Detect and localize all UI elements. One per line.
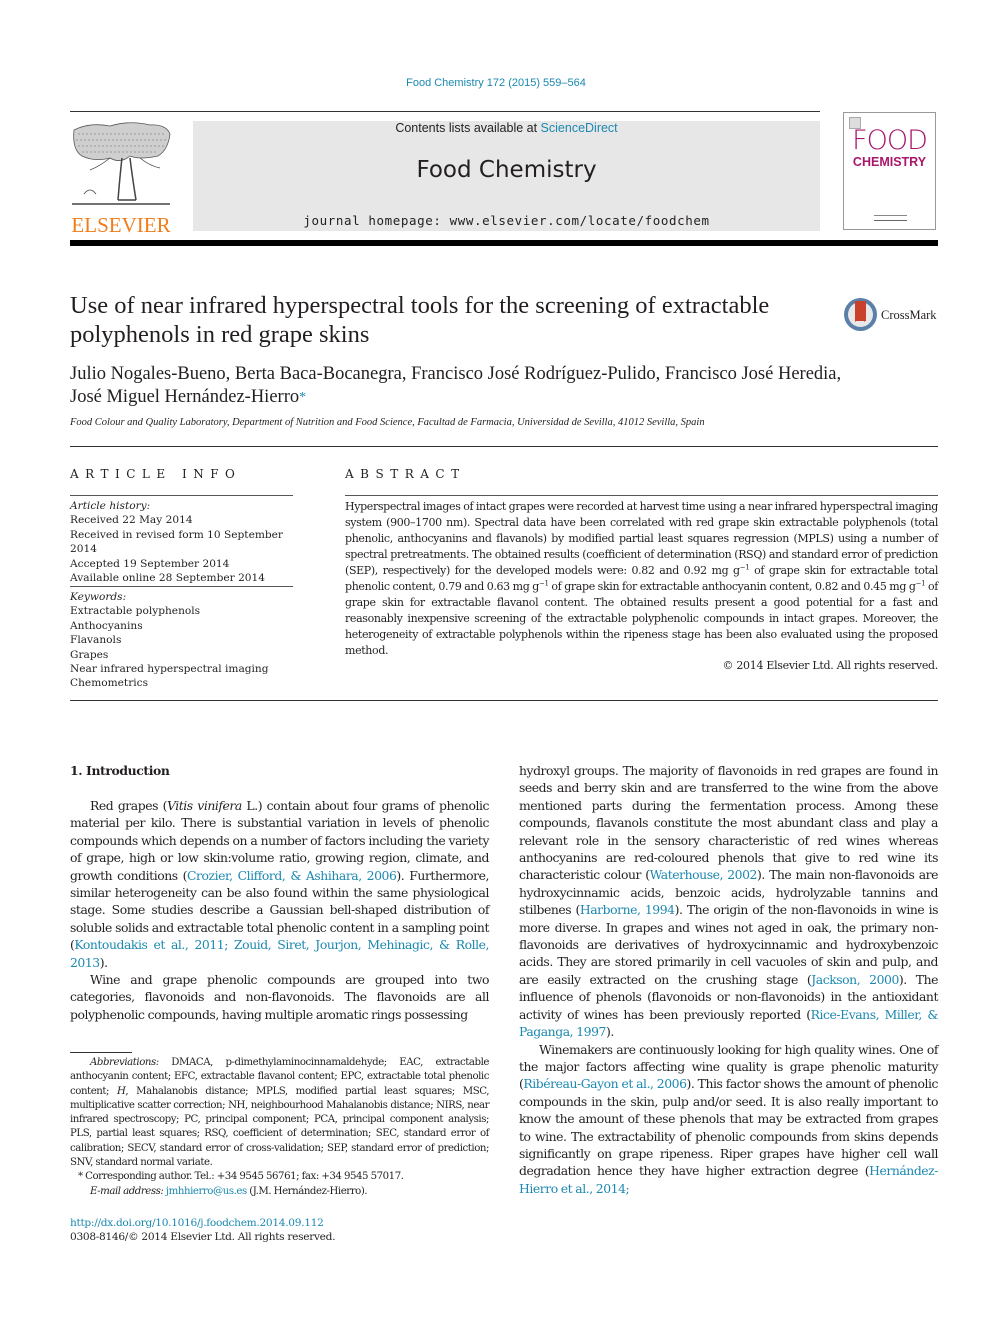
- keyword-item: Anthocyanins: [70, 619, 143, 632]
- footnote-rule: [70, 1052, 132, 1053]
- text: ).: [605, 1024, 614, 1040]
- history-label: Article history:: [70, 500, 151, 512]
- body-right-column: hydroxyl groups. The majority of flavono…: [519, 762, 938, 1197]
- unit-superscript: −1: [915, 579, 926, 588]
- paragraph: Red grapes (Vitis vinifera L.) contain a…: [70, 797, 489, 971]
- footnotes: Abbreviations: DMACA, p-dimethylaminocin…: [70, 1056, 489, 1199]
- divider: [70, 446, 938, 447]
- journal-banner: Contents lists available at ScienceDirec…: [193, 121, 820, 231]
- contents-line: Contents lists available at ScienceDirec…: [193, 121, 820, 135]
- issn-copyright: 0308-8146/© 2014 Elsevier Ltd. All right…: [70, 1231, 336, 1244]
- paragraph: hydroxyl groups. The majority of flavono…: [519, 762, 938, 1041]
- email-link[interactable]: jmhhierro@us.es: [166, 1186, 247, 1197]
- abstract-heading: ABSTRACT: [345, 467, 466, 481]
- elsevier-wordmark: ELSEVIER: [71, 213, 171, 237]
- corresponding-author-name: José Miguel Hernández-Hierro: [70, 387, 300, 407]
- authors-line-1: Julio Nogales-Bueno, Berta Baca-Bocanegr…: [70, 364, 842, 384]
- history-item: Available online 28 September 2014: [70, 572, 266, 585]
- article-history: Article history: Received 22 May 2014 Re…: [70, 499, 300, 585]
- keyword-item: Grapes: [70, 648, 109, 661]
- header-thick-rule: [70, 240, 938, 246]
- abbreviations-footnote: Abbreviations: DMACA, p-dimethylaminocin…: [70, 1056, 489, 1170]
- text: Red grapes (: [90, 798, 167, 813]
- paragraph: Wine and grape phenolic compounds are gr…: [70, 972, 489, 1022]
- history-item: Accepted 19 September 2014: [70, 557, 230, 570]
- body-left-column: Red grapes (Vitis vinifera L.) contain a…: [70, 797, 489, 1023]
- journal-citation[interactable]: Food Chemistry 172 (2015) 559–564: [0, 77, 992, 89]
- paragraph: Winemakers are continuously looking for …: [519, 1041, 938, 1198]
- keywords-label: Keywords:: [70, 591, 127, 603]
- abbreviations-label: Abbreviations:: [90, 1057, 159, 1068]
- abstract-text: Hyperspectral images of intact grapes we…: [345, 499, 938, 659]
- corresponding-author-note: * Corresponding author. Tel.: +34 9545 5…: [78, 1171, 404, 1183]
- citation-link[interactable]: Food Chemistry 172 (2015) 559–564: [406, 77, 586, 89]
- keywords: Keywords: Extractable polyphenols Anthoc…: [70, 590, 300, 691]
- elsevier-tree-icon: [72, 122, 171, 205]
- divider: [70, 586, 293, 587]
- journal-homepage: journal homepage: www.elsevier.com/locat…: [193, 213, 820, 228]
- crossmark-button[interactable]: CrossMark: [844, 298, 939, 334]
- crossmark-icon: [844, 298, 877, 331]
- reference-link[interactable]: Ribéreau-Gayon et al., 2006: [523, 1076, 687, 1091]
- abstract-copyright: © 2014 Elsevier Ltd. All rights reserved…: [722, 659, 938, 672]
- header-top-rule: [70, 111, 820, 112]
- crossmark-label: CrossMark: [881, 308, 937, 322]
- doi-link[interactable]: http://dx.doi.org/10.1016/j.foodchem.201…: [70, 1217, 324, 1229]
- divider: [345, 495, 938, 496]
- reference-link[interactable]: Jackson, 2000: [811, 972, 899, 987]
- keyword-item: Flavanols: [70, 634, 122, 647]
- divider: [70, 700, 938, 701]
- text: hydroxyl groups. The majority of flavono…: [519, 763, 938, 883]
- keyword-item: Chemometrics: [70, 677, 149, 690]
- reference-link[interactable]: Kontoudakis et al., 2011; Zouid, Siret, …: [70, 937, 489, 969]
- section-heading-introduction: 1. Introduction: [70, 763, 170, 778]
- reference-link[interactable]: Harborne, 1994: [580, 902, 675, 917]
- cover-food-text: FOOD: [852, 125, 928, 156]
- email-label: E-mail address:: [90, 1185, 164, 1197]
- journal-cover-thumbnail[interactable]: FOOD CHEMISTRY: [843, 112, 936, 230]
- affiliation: Food Colour and Quality Laboratory, Depa…: [70, 417, 705, 428]
- article-title: Use of near infrared hyperspectral tools…: [70, 292, 770, 348]
- authors-line-2: José Miguel Hernández-Hierro*: [70, 386, 940, 409]
- species-name: Vitis vinifera: [166, 798, 242, 813]
- text: (J.M. Hernández-Hierro).: [246, 1185, 368, 1197]
- reference-link[interactable]: Waterhouse, 2002: [650, 867, 758, 882]
- sciencedirect-link[interactable]: ScienceDirect: [541, 121, 618, 135]
- history-item: Received in revised form 10 September 20…: [70, 528, 283, 556]
- unit-superscript: −1: [538, 579, 549, 588]
- divider: [70, 495, 293, 496]
- corresponding-author-link[interactable]: *: [299, 390, 306, 405]
- keyword-item: Extractable polyphenols: [70, 605, 201, 618]
- text: , Mahalanobis distance; MPLS, modified p…: [70, 1085, 489, 1169]
- contents-prefix: Contents lists available at: [395, 121, 541, 135]
- homepage-link[interactable]: www.elsevier.com/locate/foodchem: [450, 213, 710, 228]
- author-list: Julio Nogales-Bueno, Berta Baca-Bocanegr…: [70, 363, 940, 409]
- homepage-prefix: journal homepage:: [303, 213, 450, 228]
- keyword-item: Near infrared hyperspectral imaging: [70, 663, 269, 676]
- unit-superscript: −1: [739, 563, 750, 572]
- cover-chemistry-text: CHEMISTRY: [852, 155, 927, 169]
- reference-link[interactable]: Crozier, Clifford, & Ashihara, 2006: [187, 868, 397, 883]
- doi-block: http://dx.doi.org/10.1016/j.foodchem.201…: [70, 1216, 335, 1245]
- cover-footer-lines: [874, 215, 907, 221]
- elsevier-logo[interactable]: ELSEVIER: [70, 120, 172, 236]
- abstract-segment: of grape skin for extractable anthocyani…: [548, 580, 916, 593]
- journal-title: Food Chemistry: [416, 157, 597, 183]
- text: ).: [99, 954, 108, 970]
- history-item: Received 22 May 2014: [70, 514, 193, 527]
- article-info-heading: ARTICLE INFO: [70, 467, 242, 481]
- email-note: E-mail address: jmhhierro@us.es (J.M. He…: [70, 1185, 489, 1199]
